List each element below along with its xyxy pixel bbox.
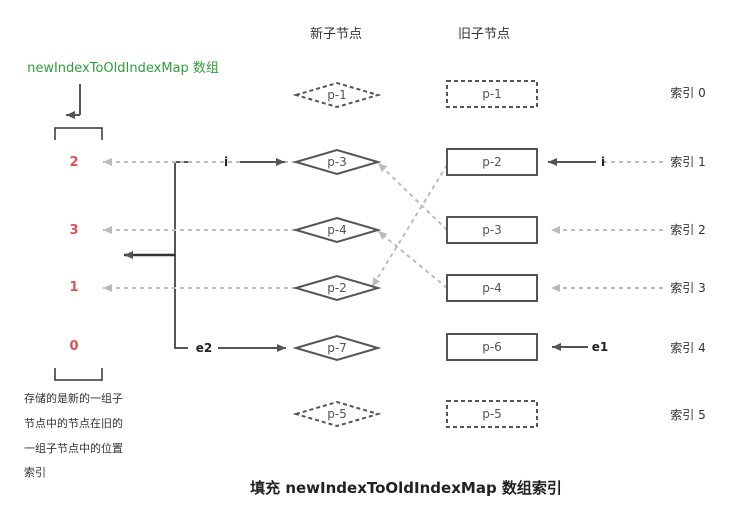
index-label: 索引 1: [670, 155, 705, 169]
diagram-caption: 填充 newIndexToOldIndexMap 数组索引: [250, 479, 562, 497]
pointer-e2: e2: [196, 341, 213, 355]
svg-text:p-2: p-2: [482, 155, 502, 169]
svg-text:p-5: p-5: [482, 407, 502, 421]
old-node: p-2: [446, 148, 538, 176]
svg-text:p-6: p-6: [482, 340, 502, 354]
index-label: 索引 4: [670, 341, 705, 355]
old-node: p-4: [446, 274, 538, 302]
map-label: newIndexToOldIndexMap 数组: [27, 61, 219, 76]
index-label: 索引 2: [670, 223, 705, 237]
map-note-line: 索引: [24, 465, 46, 479]
map-value: 3: [69, 223, 78, 238]
new-node: p-7: [292, 334, 382, 362]
dashed-arrow-p4: [377, 230, 448, 289]
dashed-arrow-p2: [371, 164, 448, 288]
new-node: p-4: [292, 216, 382, 244]
map-note-line: 节点中的节点在旧的: [24, 416, 123, 430]
svg-text:p-1: p-1: [482, 87, 502, 101]
array-bracket-top: [54, 127, 103, 140]
index-label: 索引 5: [670, 408, 705, 422]
new-node: p-3: [292, 148, 382, 176]
map-value: 1: [69, 280, 78, 295]
old-node: p-3: [446, 216, 538, 244]
svg-text:p-4: p-4: [327, 223, 347, 237]
svg-text:p-7: p-7: [327, 341, 347, 355]
index-label: 索引 3: [670, 281, 705, 295]
array-bracket-bottom: [54, 368, 103, 381]
pointer-i-old: i: [601, 155, 605, 169]
old-node: p-5: [446, 400, 538, 428]
old-node: p-6: [446, 333, 538, 361]
diagram-svg: 新子节点 旧子节点 newIndexToOldIndexMap 数组 2 3 1…: [24, 26, 706, 497]
old-node: p-1: [446, 80, 538, 108]
diagram-canvas: { "headers": { "new_nodes": "新子节点", "old…: [0, 0, 743, 522]
svg-text:p-4: p-4: [482, 281, 502, 295]
svg-text:p-3: p-3: [327, 155, 347, 169]
header-new-children: 新子节点: [310, 26, 362, 42]
map-note-line: 存储的是新的一组子: [24, 391, 123, 405]
map-note-line: 一组子节点中的位置: [24, 441, 123, 455]
svg-text:p-2: p-2: [327, 281, 347, 295]
new-node: p-2: [292, 274, 382, 302]
header-old-children: 旧子节点: [458, 27, 510, 42]
index-label: 索引 0: [670, 86, 705, 100]
pointer-e1: e1: [592, 340, 609, 354]
map-pointer-arrow: [66, 84, 81, 119]
pointer-i-new: i: [224, 155, 228, 169]
svg-text:p-3: p-3: [482, 223, 502, 237]
svg-text:p-1: p-1: [327, 88, 347, 102]
map-value: 2: [69, 155, 78, 170]
svg-text:p-5: p-5: [327, 407, 347, 421]
new-node: p-5: [292, 400, 382, 428]
map-value: 0: [69, 339, 78, 354]
new-node: p-1: [292, 81, 382, 109]
range-bracket: [124, 161, 188, 349]
